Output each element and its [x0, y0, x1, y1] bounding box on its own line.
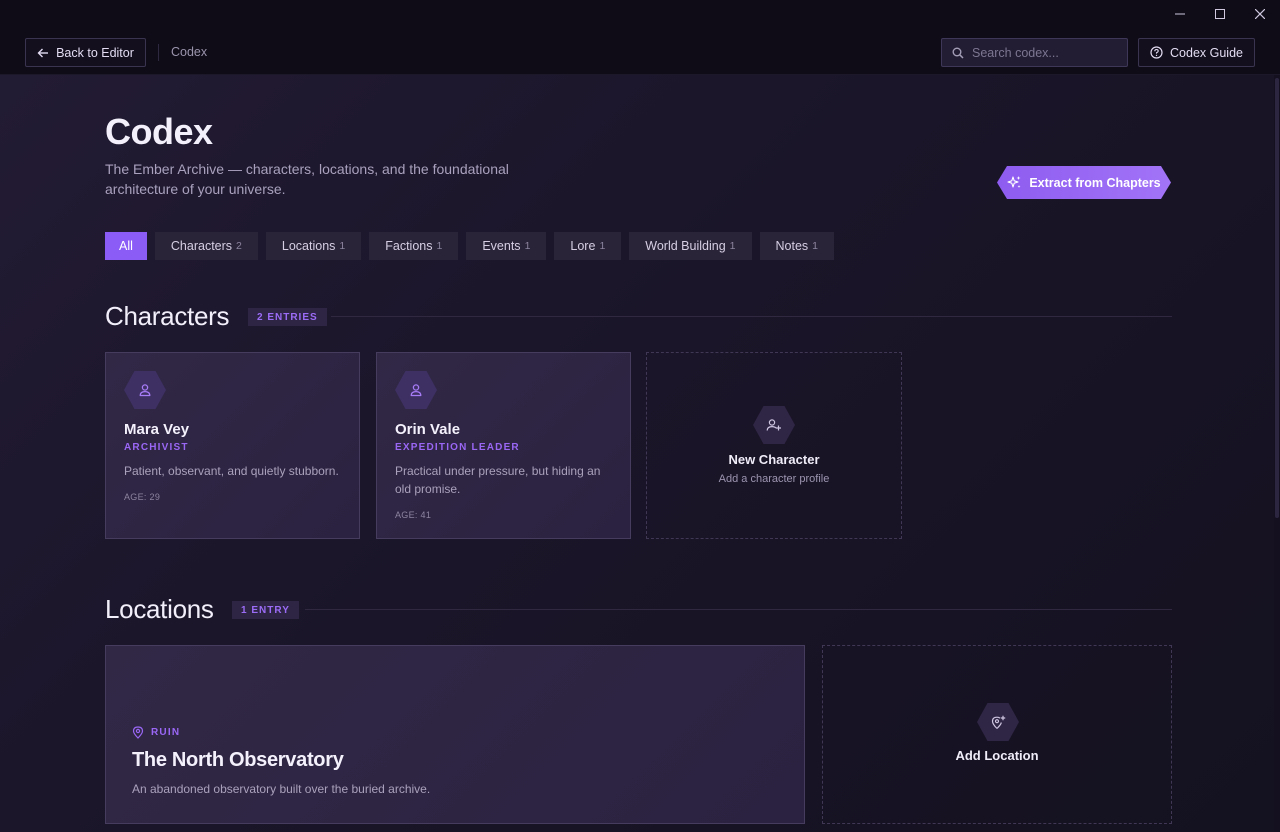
extract-from-chapters-button[interactable]: Extract from Chapters — [997, 166, 1171, 199]
map-pin-plus-icon — [991, 715, 1005, 729]
page-title: Codex — [105, 111, 213, 152]
characters-count-badge: 2 ENTRIES — [248, 308, 327, 326]
new-character-hex — [753, 406, 795, 444]
character-avatar — [124, 371, 166, 409]
add-location-title: Add Location — [955, 748, 1039, 763]
sparkles-icon — [1007, 175, 1022, 190]
location-description: An abandoned observatory built over the … — [132, 782, 431, 796]
tab-label: Notes — [775, 239, 809, 253]
codex-guide-button[interactable]: Codex Guide — [1138, 38, 1255, 67]
tab-notes[interactable]: Notes 1 — [759, 232, 834, 260]
location-type-label: RUIN — [151, 727, 181, 738]
character-role: ARCHIVIST — [124, 442, 189, 453]
tab-world-building[interactable]: World Building 1 — [629, 232, 752, 260]
character-role: EXPEDITION LEADER — [395, 442, 520, 453]
tab-label: World Building — [645, 239, 726, 253]
character-age: AGE: 41 — [395, 510, 432, 520]
page-description: The Ember Archive — characters, location… — [105, 161, 509, 197]
scrollbar-thumb[interactable] — [1275, 78, 1279, 518]
back-to-editor-label: Back to Editor — [56, 45, 134, 60]
location-type: RUIN — [132, 726, 180, 739]
arrow-left-icon — [37, 48, 49, 57]
window-controls — [1160, 0, 1280, 30]
close-button[interactable] — [1240, 0, 1280, 28]
breadcrumb-divider — [158, 44, 159, 61]
new-character-card[interactable]: New Character Add a character profile — [646, 352, 902, 539]
locations-heading: Locations — [105, 594, 214, 624]
extract-label: Extract from Chapters — [1029, 175, 1161, 190]
tab-locations[interactable]: Locations 1 — [265, 232, 362, 260]
character-avatar — [395, 371, 437, 409]
tab-label: Locations — [281, 239, 336, 253]
tab-label: Lore — [570, 239, 596, 253]
minimize-icon — [1175, 13, 1185, 15]
codex-main: Codex The Ember Archive — characters, lo… — [0, 75, 1280, 832]
character-description: Practical under pressure, but hiding an … — [395, 464, 601, 496]
character-name: Orin Vale — [395, 421, 461, 438]
locations-count-badge: 1 ENTRY — [232, 601, 299, 619]
section-divider — [331, 316, 1172, 317]
tab-label: Factions — [385, 239, 433, 253]
user-icon — [410, 384, 422, 397]
user-icon — [139, 384, 151, 397]
search-icon — [952, 47, 964, 59]
close-icon — [1255, 9, 1265, 19]
map-pin-icon — [132, 726, 144, 739]
search-box[interactable] — [941, 38, 1128, 67]
tab-count: 1 — [436, 240, 443, 252]
location-name: The North Observatory — [132, 749, 344, 771]
tab-all[interactable]: All — [105, 232, 147, 260]
new-character-title: New Character — [728, 452, 820, 467]
category-tabs: All Characters 2 Locations 1 Factions 1 … — [105, 232, 834, 260]
character-card[interactable]: Orin Vale EXPEDITION LEADER Practical un… — [376, 352, 631, 539]
minimize-button[interactable] — [1160, 0, 1200, 28]
help-circle-icon — [1150, 46, 1163, 59]
add-location-hex — [977, 703, 1019, 741]
tab-count: 1 — [729, 240, 736, 252]
tab-lore[interactable]: Lore 1 — [554, 232, 622, 260]
maximize-icon — [1215, 9, 1225, 19]
location-card[interactable]: RUIN The North Observatory An abandoned … — [105, 645, 805, 824]
top-toolbar: Back to Editor Codex Codex Guide — [0, 30, 1280, 75]
search-input[interactable] — [972, 45, 1112, 60]
tab-label: Events — [482, 239, 521, 253]
character-description: Patient, observant, and quietly stubborn… — [124, 464, 339, 478]
character-card[interactable]: Mara Vey ARCHIVIST Patient, observant, a… — [105, 352, 360, 539]
tab-factions[interactable]: Factions 1 — [369, 232, 459, 260]
tab-events[interactable]: Events 1 — [466, 232, 547, 260]
add-location-card[interactable]: Add Location — [822, 645, 1172, 824]
breadcrumb: Codex — [171, 45, 208, 59]
back-to-editor-button[interactable]: Back to Editor — [25, 38, 146, 67]
tab-count: 1 — [339, 240, 346, 252]
window-titlebar — [0, 0, 1280, 30]
characters-heading: Characters — [105, 301, 230, 331]
tab-count: 1 — [599, 240, 606, 252]
tab-label: All — [119, 239, 133, 253]
maximize-button[interactable] — [1200, 0, 1240, 28]
tab-count: 2 — [236, 240, 242, 252]
codex-guide-label: Codex Guide — [1170, 45, 1243, 60]
tab-label: Characters — [170, 239, 233, 253]
user-plus-icon — [766, 419, 781, 431]
section-divider — [305, 609, 1172, 610]
tab-count: 1 — [812, 240, 818, 252]
character-name: Mara Vey — [124, 421, 190, 438]
tab-characters[interactable]: Characters 2 — [154, 232, 258, 260]
character-age: AGE: 29 — [124, 492, 161, 502]
tab-count: 1 — [524, 240, 531, 252]
new-character-subtitle: Add a character profile — [718, 473, 830, 485]
